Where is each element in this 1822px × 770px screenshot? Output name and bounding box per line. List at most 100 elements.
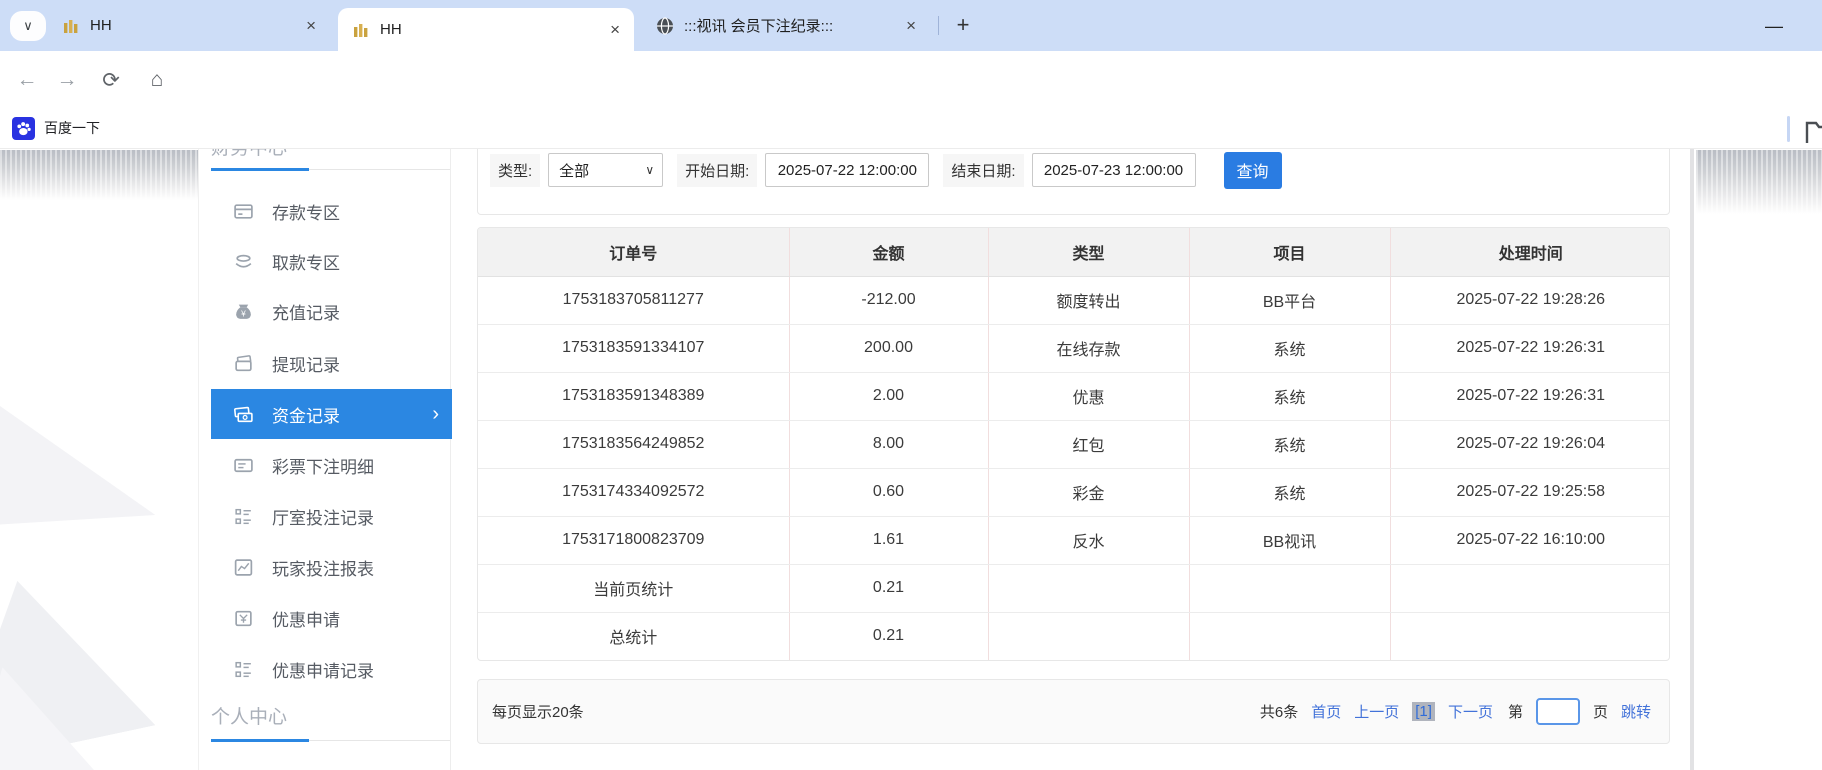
content-right-scrollbar[interactable] <box>1690 149 1694 770</box>
sidebar-item-withdraw[interactable]: 取款专区 <box>211 236 452 286</box>
first-page-link[interactable]: 首页 <box>1311 701 1341 722</box>
sidebar-item-funds-record[interactable]: 资金记录 › <box>211 389 452 439</box>
table-cell: BB平台 <box>1188 276 1390 325</box>
sidebar-item-label: 资金记录 <box>272 406 340 426</box>
checklist-icon <box>235 508 251 524</box>
back-button[interactable]: ← <box>12 65 42 95</box>
tab-search-button[interactable]: ∨ <box>10 11 46 41</box>
start-date-input[interactable] <box>765 153 930 187</box>
browser-toolbar: ← → ⟳ ⌂ mgm1065.com/hhcp/usercenter.html… <box>0 51 1822 150</box>
home-button[interactable]: ⌂ <box>142 65 172 95</box>
table-row: 1753183705811277 -212.00 额度转出 BB平台 2025-… <box>478 276 1669 325</box>
end-date-input[interactable] <box>1031 153 1196 187</box>
table-header-row: 订单号 金额 类型 项目 处理时间 <box>478 228 1669 277</box>
forward-arrow-icon: → <box>56 68 78 91</box>
table-cell: 0.21 <box>788 612 988 660</box>
table-row: 1753174334092572 0.60 彩金 系统 2025-07-22 1… <box>478 468 1669 517</box>
sidebar-item-hall-bet-record[interactable]: 厅室投注记录 <box>211 491 452 541</box>
column-header: 订单号 <box>478 228 789 277</box>
table-cell: 彩金 <box>987 468 1189 517</box>
table-cell: 8.00 <box>788 420 988 469</box>
table-cell: 优惠 <box>987 372 1189 421</box>
table-cell: 0.21 <box>788 564 988 613</box>
type-label: 类型: <box>490 153 541 187</box>
table-row: 1753171800823709 1.61 反水 BB视讯 2025-07-22… <box>478 516 1669 565</box>
tab-title: HH <box>380 21 402 38</box>
sidebar-item-label: 充值记录 <box>272 303 340 323</box>
bookmarks-bar: 百度一下 <box>0 107 1822 149</box>
tab-close-icon[interactable]: × <box>306 16 316 36</box>
next-page-link[interactable]: 下一页 <box>1448 701 1493 722</box>
forward-button[interactable]: → <box>52 65 82 95</box>
prev-page-link[interactable]: 上一页 <box>1354 701 1399 722</box>
table-cell: 总统计 <box>609 630 658 648</box>
reload-icon: ⟳ <box>102 68 120 92</box>
reload-button[interactable]: ⟳ <box>96 65 126 95</box>
type-select[interactable]: 全部 ∨ <box>548 153 664 187</box>
table-cell: 1753183564249852 <box>478 420 789 469</box>
tab-close-icon[interactable]: × <box>906 16 916 36</box>
summary-row-page: 当前页统计 0.21 <box>478 564 1669 613</box>
table-cell <box>1389 612 1669 660</box>
bookmarks-bar-divider <box>1787 116 1790 142</box>
chart-report-icon <box>234 558 253 576</box>
list-card-icon <box>234 458 253 472</box>
partial-folder-icon[interactable] <box>1804 117 1822 143</box>
money-bag-icon: ¥ <box>236 304 251 319</box>
tab-hh-1[interactable]: HH × <box>48 0 330 51</box>
sidebar-section-personal: 个人中心 <box>211 707 288 728</box>
table-cell: 200.00 <box>788 324 988 373</box>
sidebar-item-promo-apply-record[interactable]: 优惠申请记录 <box>211 644 452 694</box>
new-tab-button[interactable]: + <box>946 8 980 42</box>
table-cell: 1753171800823709 <box>478 516 789 565</box>
sidebar-item-label: 玩家投注报表 <box>272 559 374 579</box>
sidebar-item-deposit[interactable]: 存款专区 <box>211 186 452 236</box>
baidu-bookmark[interactable]: 百度一下 <box>12 115 100 141</box>
table-cell: 1753183591334107 <box>478 324 789 373</box>
table-row: 1753183591348389 2.00 优惠 系统 2025-07-22 1… <box>478 372 1669 421</box>
filter-card: 类型: 全部 ∨ 开始日期: 结束日期: 查询 <box>477 149 1670 215</box>
table-cell: 1753183591348389 <box>478 372 789 421</box>
table-cell: 1.61 <box>788 516 988 565</box>
page-number-input[interactable] <box>1535 698 1580 725</box>
chevron-down-icon: ∨ <box>645 163 655 177</box>
svg-text:¥: ¥ <box>240 308 246 318</box>
records-table: 订单号 金额 类型 项目 处理时间 1753183705811277 -212.… <box>478 228 1669 660</box>
sidebar-item-player-bet-report[interactable]: 玩家投注报表 <box>211 542 452 592</box>
page-content: 财务中心 存款专区 取款专区 ¥ 充值记录 <box>0 149 1822 770</box>
sidebar-item-lottery-bet-detail[interactable]: 彩票下注明细 <box>211 440 452 490</box>
tab-strip: ∨ HH × HH × :::视讯 会员下注纪录::: × + — <box>0 0 1822 51</box>
sidebar-section-finance: 财务中心 <box>211 149 287 160</box>
tab-close-icon[interactable]: × <box>610 20 620 40</box>
tab-video-records[interactable]: :::视讯 会员下注纪录::: × <box>642 0 930 51</box>
deposit-card-icon <box>234 203 253 219</box>
background-texture-right <box>1696 150 1822 214</box>
table-cell: 当前页统计 <box>478 564 789 613</box>
sidebar-item-withdraw-record[interactable]: 提现记录 <box>211 338 452 388</box>
sidebar-item-label: 厅室投注记录 <box>272 508 374 528</box>
globe-favicon <box>657 16 673 35</box>
sidebar-item-promo-apply[interactable]: 优惠申请 <box>211 593 452 643</box>
table-row: 1753183591334107 200.00 在线存款 系统 2025-07-… <box>478 324 1669 373</box>
gold-bars-favicon <box>354 23 368 37</box>
watermark-triangle <box>0 392 174 576</box>
minimize-button[interactable]: — <box>1764 16 1784 36</box>
table-cell: 在线存款 <box>987 324 1189 373</box>
column-header: 处理时间 <box>1389 228 1669 277</box>
withdraw-hand-icon <box>235 254 252 268</box>
query-button[interactable]: 查询 <box>1223 151 1282 189</box>
tab-hh-2-active[interactable]: HH × <box>338 8 634 51</box>
column-header: 项目 <box>1188 228 1390 277</box>
jump-link[interactable]: 跳转 <box>1621 701 1651 722</box>
table-cell: 系统 <box>1188 372 1390 421</box>
table-cell: 2025-07-22 16:10:00 <box>1389 516 1669 565</box>
sidebar-item-recharge-record[interactable]: ¥ 充值记录 <box>211 286 452 336</box>
promo-ticket-icon <box>235 610 252 626</box>
records-table-card: 订单号 金额 类型 项目 处理时间 1753183705811277 -212.… <box>477 227 1670 661</box>
banknotes-icon <box>234 406 253 422</box>
pagination-bar: 每页显示20条 共6条 首页 上一页 [1] 下一页 第 页 跳转 <box>477 679 1670 744</box>
current-page: [1] <box>1412 702 1435 721</box>
sidebar-item-label: 彩票下注明细 <box>272 457 374 477</box>
table-cell: 1753174334092572 <box>478 468 789 517</box>
pagination-controls: 共6条 首页 上一页 [1] 下一页 第 页 跳转 <box>1260 698 1651 725</box>
